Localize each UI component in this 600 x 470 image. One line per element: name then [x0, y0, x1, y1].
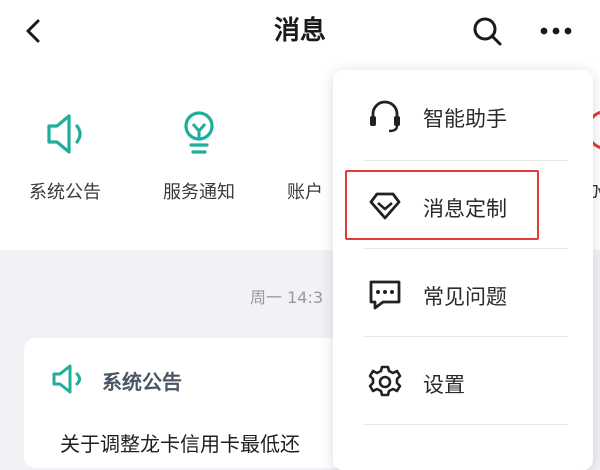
menu-divider	[363, 160, 568, 161]
category-label: 服务通知	[163, 182, 235, 203]
more-dots-icon	[540, 27, 572, 35]
lightbulb-icon	[184, 111, 214, 154]
chat-bubble-icon	[369, 280, 401, 310]
message-timestamp: 周一 14:3	[250, 288, 324, 307]
more-options-menu: 智能助手 消息定制 常见问题 设置	[333, 70, 593, 470]
more-button[interactable]	[536, 14, 576, 48]
menu-item-settings[interactable]: 设置	[333, 338, 593, 426]
top-bar: 消息	[0, 0, 600, 62]
category-label: 系统公告	[29, 182, 101, 203]
menu-item-smart-assistant[interactable]: 智能助手	[333, 72, 593, 160]
message-card-title: 系统公告	[102, 370, 182, 394]
headset-icon	[370, 100, 400, 133]
category-service-notice[interactable]: 服务通知	[134, 62, 264, 250]
category-system-announcement[interactable]: 系统公告	[0, 62, 130, 250]
menu-divider	[363, 248, 568, 249]
speaker-icon	[47, 114, 82, 154]
menu-item-label: 设置	[423, 373, 465, 397]
speaker-icon	[52, 364, 81, 394]
menu-divider	[363, 336, 568, 337]
page-title: 消息	[273, 16, 326, 46]
search-button[interactable]	[470, 14, 504, 48]
menu-item-label: 常见问题	[423, 285, 507, 309]
menu-item-label: 智能助手	[423, 107, 507, 131]
highlight-box	[345, 170, 539, 240]
gear-icon	[368, 365, 402, 397]
message-card-body: 关于调整龙卡信用卡最低还	[60, 432, 300, 456]
menu-divider	[363, 424, 568, 425]
search-icon	[473, 17, 502, 46]
menu-item-faq[interactable]: 常见问题	[333, 250, 593, 338]
